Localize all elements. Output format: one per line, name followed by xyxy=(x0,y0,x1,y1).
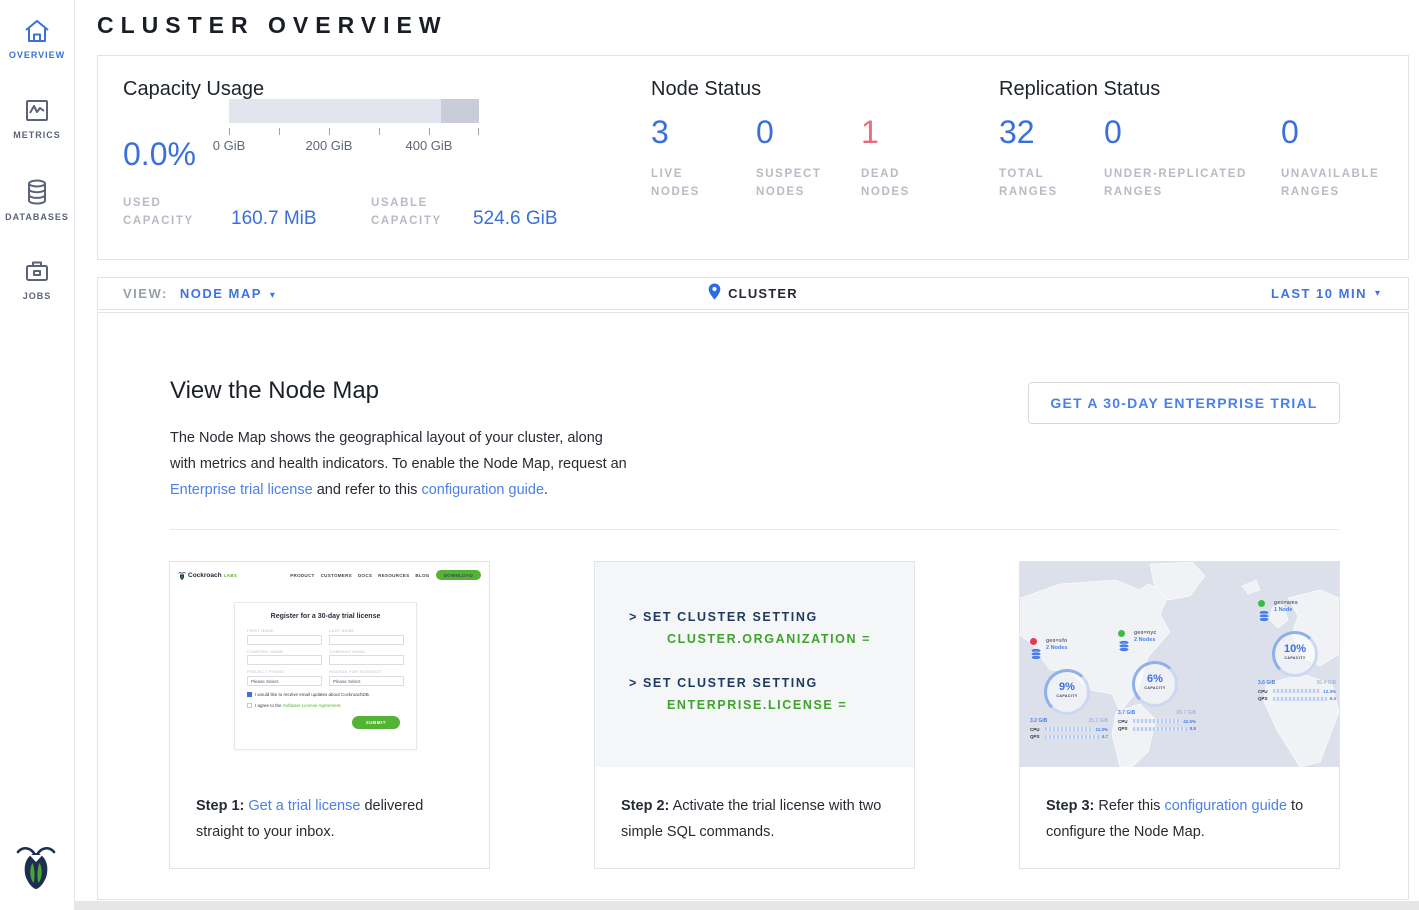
nodes-cylinder-icon xyxy=(1030,648,1042,660)
axis-tick-label: 200 GiB xyxy=(306,138,353,153)
capacity-percent: 0.0% xyxy=(123,136,196,173)
capacity-bar-usable-segment xyxy=(229,99,441,123)
dead-nodes-stat: 1 DEADNODES xyxy=(861,114,1021,201)
locality-sfo: geo=sfo 2 Nodes 9% CAPACITY 3.2 GiB 35.1… xyxy=(1030,638,1114,739)
mini-trial-form: Register for a 30-day trial license FIRS… xyxy=(234,602,417,750)
dead-nodes-value: 1 xyxy=(861,114,1021,151)
metrics-icon xyxy=(0,98,74,124)
enterprise-trial-button[interactable]: GET A 30-DAY ENTERPRISE TRIAL xyxy=(1028,382,1340,424)
under-replicated-ranges-value: 0 xyxy=(1104,114,1274,151)
sidebar-item-label: OVERVIEW xyxy=(0,50,74,60)
mini-cockroach-logo: CockroachLABS xyxy=(178,570,237,581)
page-title: CLUSTER OVERVIEW xyxy=(97,12,448,39)
under-replicated-ranges-stat: 0 UNDER-REPLICATEDRANGES xyxy=(1104,114,1274,201)
databases-icon xyxy=(0,178,74,206)
node-map-description: The Node Map shows the geographical layo… xyxy=(170,425,630,503)
capacity-bar-chart xyxy=(229,99,479,123)
step2-caption: Step 2: Activate the trial license with … xyxy=(595,767,914,845)
get-trial-license-link[interactable]: Get a trial license xyxy=(248,798,360,814)
unavailable-ranges-value: 0 xyxy=(1281,114,1419,151)
capacity-bar-reserved-segment xyxy=(441,99,479,123)
cluster-overview-page: OVERVIEW METRICS DATABASES xyxy=(0,0,1419,910)
nodes-cylinder-icon xyxy=(1258,610,1270,622)
node-status-title: Node Status xyxy=(651,78,761,101)
node-map-panel: View the Node Map The Node Map shows the… xyxy=(97,312,1409,900)
step1-card: CockroachLABS PRODUCT CUSTOMERS DOCS RES… xyxy=(169,561,490,869)
breadcrumb-cluster: CLUSTER xyxy=(728,286,798,301)
step2-code-preview: > SET CLUSTER SETTING CLUSTER.ORGANIZATI… xyxy=(595,562,914,767)
axis-tick-label: 0 GiB xyxy=(213,138,246,153)
capacity-axis-ticks xyxy=(229,128,479,136)
sidebar-item-metrics[interactable]: METRICS xyxy=(0,98,74,140)
sidebar-item-label: METRICS xyxy=(0,130,74,140)
locality-ams: geo=ams 1 Node 10% CAPACITY 3.6 GiB 36.4… xyxy=(1258,600,1339,701)
capacity-gauge: 6% CAPACITY xyxy=(1132,661,1178,707)
capacity-gauge: 9% CAPACITY xyxy=(1044,669,1090,715)
cockroach-logo xyxy=(14,839,58,896)
locality-nyc: geo=nyc 2 Nodes 6% CAPACITY 3.7 GiB 65.7… xyxy=(1118,630,1202,731)
enterprise-trial-license-link[interactable]: Enterprise trial license xyxy=(170,482,313,498)
mini-submit-button: SUBMIT xyxy=(352,716,400,729)
sidebar: OVERVIEW METRICS DATABASES xyxy=(0,0,75,910)
status-dot-dead-icon xyxy=(1030,638,1037,645)
sidebar-item-databases[interactable]: DATABASES xyxy=(0,178,74,222)
section-divider xyxy=(170,529,1339,530)
step3-nodemap-preview: geo=sfo 2 Nodes 9% CAPACITY 3.2 GiB 35.1… xyxy=(1020,562,1339,767)
step1-preview-screenshot: CockroachLABS PRODUCT CUSTOMERS DOCS RES… xyxy=(170,562,489,767)
sidebar-item-label: DATABASES xyxy=(0,212,74,222)
node-map-heading: View the Node Map xyxy=(170,377,379,405)
usable-capacity-label: USABLECAPACITY xyxy=(371,194,442,230)
view-bar: VIEW: NODE MAP▾ CLUSTER LAST 10 MIN▾ xyxy=(97,277,1409,310)
replication-status-title: Replication Status xyxy=(999,78,1160,101)
mini-download-button: DOWNLOAD xyxy=(436,570,481,580)
chevron-down-icon: ▾ xyxy=(1375,288,1380,299)
status-dot-healthy-icon xyxy=(1258,600,1265,607)
sidebar-item-label: JOBS xyxy=(0,291,74,301)
unavailable-ranges-stat: 0 UNAVAILABLERANGES xyxy=(1281,114,1419,201)
step3-card: geo=sfo 2 Nodes 9% CAPACITY 3.2 GiB 35.1… xyxy=(1019,561,1340,869)
step1-caption: Step 1: Get a trial license delivered st… xyxy=(170,767,489,845)
configuration-guide-link[interactable]: configuration guide xyxy=(1164,798,1287,814)
used-capacity-label: USEDCAPACITY xyxy=(123,194,194,230)
location-pin-icon xyxy=(708,283,721,305)
time-range-selector[interactable]: LAST 10 MIN▾ xyxy=(1271,286,1380,301)
home-icon xyxy=(0,18,74,44)
page-bottom-strip xyxy=(75,901,1419,910)
sidebar-item-overview[interactable]: OVERVIEW xyxy=(0,18,74,60)
mini-site-nav: PRODUCT CUSTOMERS DOCS RESOURCES BLOG DO… xyxy=(290,570,481,580)
nodes-cylinder-icon xyxy=(1118,640,1130,652)
usable-capacity-value: 524.6 GiB xyxy=(473,208,558,230)
configuration-guide-link[interactable]: configuration guide xyxy=(421,482,544,498)
step2-card: > SET CLUSTER SETTING CLUSTER.ORGANIZATI… xyxy=(594,561,915,869)
used-capacity-value: 160.7 MiB xyxy=(231,208,317,230)
summary-card: Capacity Usage 0.0% 0 GiB 200 GiB 400 Gi… xyxy=(97,55,1409,260)
step3-caption: Step 3: Refer this configuration guide t… xyxy=(1020,767,1339,845)
jobs-icon xyxy=(0,258,74,285)
capacity-gauge: 10% CAPACITY xyxy=(1272,631,1318,677)
axis-tick-label: 400 GiB xyxy=(406,138,453,153)
sidebar-item-jobs[interactable]: JOBS xyxy=(0,258,74,301)
status-dot-healthy-icon xyxy=(1118,630,1125,637)
capacity-usage-title: Capacity Usage xyxy=(123,78,264,101)
